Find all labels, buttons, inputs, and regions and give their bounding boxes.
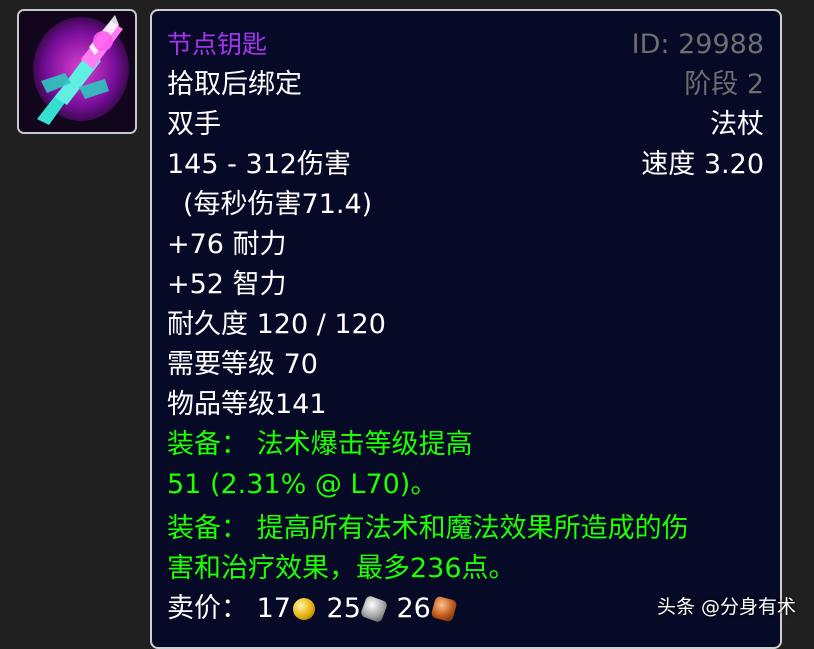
required-level-text: 需要等级 70	[167, 349, 318, 380]
dps-text: (每秒伤害71.4)	[183, 189, 373, 220]
equip-effect-2-line2: 害和治疗效果，最多236点。	[167, 551, 764, 587]
silver-coin-icon	[359, 594, 389, 624]
staff-icon	[19, 11, 135, 132]
item-name[interactable]: 节点钥匙	[167, 30, 267, 59]
equip-effect-1-text: 装备： 法术爆击等级提高	[167, 429, 473, 460]
watermark: 头条 @分身有术	[656, 596, 796, 618]
speed-text: 速度 3.20	[641, 149, 764, 180]
binding-text: 拾取后绑定	[167, 69, 302, 100]
durability-row: 耐久度 120 / 120	[167, 307, 764, 343]
slot-row: 双手 法杖	[167, 107, 764, 143]
sell-silver-amount: 25	[326, 593, 361, 624]
item-level-text: 物品等级141	[167, 389, 327, 420]
binding-row: 拾取后绑定 阶段 2	[167, 67, 764, 103]
stat-intellect: +52 智力	[167, 269, 287, 300]
damage-text: 145 - 312伤害	[167, 149, 351, 180]
sell-gold-amount: 17	[256, 593, 291, 624]
stat-stamina: +76 耐力	[167, 229, 287, 260]
phase-text: 阶段 2	[684, 69, 764, 100]
required-level-row: 需要等级 70	[167, 347, 764, 383]
slot-text: 双手	[167, 109, 221, 140]
gold-coin-icon	[292, 598, 315, 620]
equip-effect-1-line1: 装备： 法术爆击等级提高	[167, 427, 764, 463]
stat-stamina-row: +76 耐力	[167, 227, 764, 263]
equip-effect-1-line2: 51 (2.31% @ L70)。	[167, 467, 764, 503]
equip-effect-2-text: 装备： 提高所有法术和魔法效果所造成的伤	[167, 513, 689, 544]
damage-row: 145 - 312伤害 速度 3.20	[167, 147, 764, 183]
item-id: ID: 29988	[631, 29, 764, 60]
equip-effect-2-value: 害和治疗效果，最多236点。	[167, 553, 516, 584]
equip-effect-1-value: 51 (2.31% @ L70)。	[167, 469, 438, 500]
weapon-type-text: 法杖	[710, 109, 764, 140]
copper-coin-icon	[430, 595, 458, 623]
sell-price-label: 卖价：	[167, 593, 248, 624]
equip-effect-2-line1: 装备： 提高所有法术和魔法效果所造成的伤	[167, 511, 764, 547]
item-tooltip: 节点钥匙 ID: 29988 拾取后绑定 阶段 2 双手 法杖 145 - 31…	[150, 9, 782, 649]
stat-intellect-row: +52 智力	[167, 267, 764, 303]
item-level-row: 物品等级141	[167, 387, 764, 423]
item-icon-frame[interactable]	[17, 9, 137, 134]
dps-row: (每秒伤害71.4)	[183, 187, 764, 223]
sell-copper-amount: 26	[396, 593, 431, 624]
durability-text: 耐久度 120 / 120	[167, 309, 386, 340]
name-row: 节点钥匙 ID: 29988	[167, 27, 764, 63]
